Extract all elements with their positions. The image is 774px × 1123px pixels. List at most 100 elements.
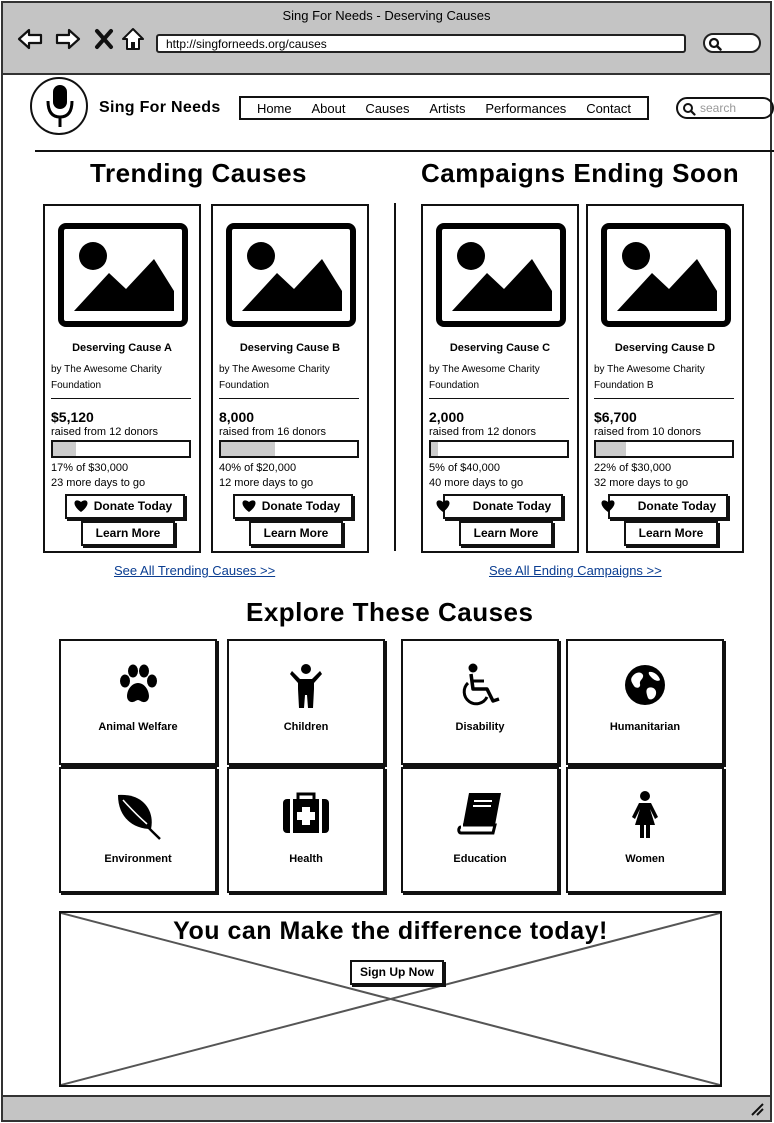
site-logo[interactable] bbox=[30, 77, 88, 135]
search-icon bbox=[683, 103, 696, 116]
forward-icon[interactable] bbox=[55, 27, 81, 51]
amount-raised: 8,000 bbox=[219, 409, 255, 425]
progress-fill bbox=[53, 442, 77, 456]
nav-artists[interactable]: Artists bbox=[429, 101, 465, 116]
amount-raised: 2,000 bbox=[429, 409, 465, 425]
donate-label: Donate Today bbox=[472, 499, 552, 513]
sign-up-button[interactable]: Sign Up Now bbox=[350, 960, 444, 985]
trending-title: Trending Causes bbox=[90, 158, 307, 188]
cta-banner: You can Make the difference today! Sign … bbox=[59, 911, 722, 1087]
card-divider bbox=[429, 398, 569, 399]
globe-icon bbox=[623, 663, 667, 712]
learn-more-button[interactable]: Learn More bbox=[624, 521, 718, 546]
org-line: by The Awesome Charity bbox=[51, 364, 162, 375]
browser-window: Sing For Needs - Deserving Causes http:/… bbox=[1, 1, 774, 1122]
heart-icon bbox=[241, 499, 257, 520]
amount-raised: $5,120 bbox=[51, 409, 94, 425]
progress-fill bbox=[431, 442, 438, 456]
card-divider bbox=[594, 398, 734, 399]
category-label: Education bbox=[453, 853, 507, 865]
cause-organization: by The Awesome Charity Foundation bbox=[429, 362, 571, 394]
progress-bar bbox=[51, 440, 191, 458]
amount-raised: $6,700 bbox=[594, 409, 637, 425]
cause-title[interactable]: Deserving Cause C bbox=[423, 342, 577, 354]
cause-card[interactable]: Deserving Cause C by The Awesome Charity F… bbox=[421, 204, 579, 553]
category-tile[interactable]: Humanitarian bbox=[566, 639, 724, 765]
cause-image[interactable] bbox=[226, 223, 356, 327]
cause-card[interactable]: Deserving Cause D by The Awesome Charity F… bbox=[586, 204, 744, 553]
category-label: Disability bbox=[455, 721, 505, 733]
nav-performances[interactable]: Performances bbox=[485, 101, 566, 116]
heart-icon bbox=[73, 499, 89, 520]
category-tile[interactable]: Children bbox=[227, 639, 385, 765]
learn-more-button[interactable]: Learn More bbox=[459, 521, 553, 546]
cause-card[interactable]: Deserving Cause A by The Awesome Charity F… bbox=[43, 204, 201, 553]
nav-home[interactable]: Home bbox=[257, 101, 292, 116]
site-search-input[interactable]: search bbox=[676, 97, 774, 119]
cause-title[interactable]: Deserving Cause A bbox=[45, 342, 199, 354]
home-icon[interactable] bbox=[120, 27, 146, 51]
category-tile[interactable]: Environment bbox=[59, 767, 217, 893]
nav-contact[interactable]: Contact bbox=[586, 101, 631, 116]
wheelchair-icon bbox=[457, 663, 503, 714]
heart-icon bbox=[600, 499, 616, 520]
back-icon[interactable] bbox=[17, 27, 43, 51]
medkit-icon bbox=[281, 791, 331, 840]
category-label: Animal Welfare bbox=[98, 721, 178, 733]
paw-icon bbox=[115, 663, 161, 712]
donate-button[interactable]: Donate Today bbox=[601, 494, 728, 519]
donor-count: raised from 12 donors bbox=[51, 426, 158, 438]
see-all-trending-link[interactable]: See All Trending Causes >> bbox=[114, 563, 275, 578]
donate-button[interactable]: Donate Today bbox=[436, 494, 563, 519]
donate-label: Donate Today bbox=[93, 499, 173, 513]
cause-title[interactable]: Deserving Cause D bbox=[588, 342, 742, 354]
browser-titlebar: Sing For Needs - Deserving Causes http:/… bbox=[3, 3, 770, 75]
days-left: 12 more days to go bbox=[219, 477, 314, 489]
cause-image[interactable] bbox=[436, 223, 566, 327]
learn-more-button[interactable]: Learn More bbox=[81, 521, 175, 546]
progress-bar bbox=[219, 440, 359, 458]
address-bar[interactable]: http://singforneeds.org/causes bbox=[156, 34, 686, 53]
nav-causes[interactable]: Causes bbox=[365, 101, 409, 116]
cause-organization: by The Awesome Charity Foundation bbox=[219, 362, 361, 394]
donor-count: raised from 12 donors bbox=[429, 426, 536, 438]
learn-more-button[interactable]: Learn More bbox=[249, 521, 343, 546]
org-line: by The Awesome Charity bbox=[219, 364, 330, 375]
see-all-ending-link[interactable]: See All Ending Campaigns >> bbox=[489, 563, 662, 578]
progress-bar bbox=[594, 440, 734, 458]
book-icon bbox=[457, 791, 503, 840]
site-name[interactable]: Sing For Needs bbox=[99, 99, 221, 117]
donate-button[interactable]: Donate Today bbox=[65, 494, 185, 519]
category-label: Women bbox=[625, 853, 665, 865]
stop-icon[interactable] bbox=[91, 27, 117, 51]
search-icon bbox=[708, 37, 722, 51]
resize-grip-icon[interactable] bbox=[750, 1102, 764, 1116]
category-label: Environment bbox=[104, 853, 172, 865]
progress-bar bbox=[429, 440, 569, 458]
ending-title: Campaigns Ending Soon bbox=[421, 158, 740, 188]
category-tile[interactable]: Health bbox=[227, 767, 385, 893]
browser-search-field[interactable] bbox=[703, 33, 761, 53]
category-tile[interactable]: Education bbox=[401, 767, 559, 893]
female-icon bbox=[628, 791, 662, 844]
category-tile[interactable]: Disability bbox=[401, 639, 559, 765]
cause-title[interactable]: Deserving Cause B bbox=[213, 342, 367, 354]
days-left: 40 more days to go bbox=[429, 477, 524, 489]
category-tile[interactable]: Women bbox=[566, 767, 724, 893]
category-tile[interactable]: Animal Welfare bbox=[59, 639, 217, 765]
cause-image[interactable] bbox=[601, 223, 731, 327]
donate-button[interactable]: Donate Today bbox=[233, 494, 353, 519]
cause-organization: by The Awesome Charity Foundation B bbox=[594, 362, 736, 394]
goal-percent: 40% of $20,000 bbox=[219, 462, 297, 474]
org-line: Foundation bbox=[219, 380, 270, 391]
cause-card[interactable]: Deserving Cause B by The Awesome Charity F… bbox=[211, 204, 369, 553]
org-line: by The Awesome Charity bbox=[594, 364, 705, 375]
cause-image[interactable] bbox=[58, 223, 188, 327]
donor-count: raised from 16 donors bbox=[219, 426, 326, 438]
days-left: 23 more days to go bbox=[51, 477, 146, 489]
days-left: 32 more days to go bbox=[594, 477, 689, 489]
header-divider bbox=[35, 150, 774, 152]
nav-about[interactable]: About bbox=[312, 101, 346, 116]
category-label: Humanitarian bbox=[609, 721, 681, 733]
org-line: Foundation bbox=[429, 380, 480, 391]
